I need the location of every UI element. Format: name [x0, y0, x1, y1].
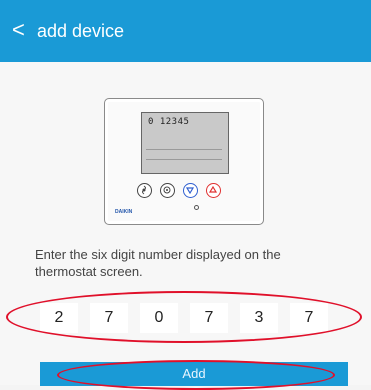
mode-icon: [160, 183, 175, 198]
fan-icon: [137, 183, 152, 198]
back-chevron-icon[interactable]: <: [12, 19, 25, 41]
brand-logo: DAIKIN: [115, 209, 133, 215]
thermostat-illustration: 0 12345 DAIKIN: [104, 98, 264, 225]
screen-divider: [146, 149, 222, 150]
thermostat-screen-digits: 0 12345: [148, 117, 190, 127]
annotation-circle-add: [57, 360, 335, 390]
thermostat-indicator: [194, 205, 199, 210]
thermostat-screen: 0 12345: [141, 112, 229, 174]
screen-divider: [146, 159, 222, 160]
instruction-text: Enter the six digit number displayed on …: [35, 247, 281, 279]
app-header: < add device: [0, 0, 371, 62]
annotation-circle-code: [6, 291, 362, 343]
page-title: add device: [37, 21, 125, 41]
down-arrow-icon: [183, 183, 198, 198]
up-arrow-icon: [206, 183, 221, 198]
